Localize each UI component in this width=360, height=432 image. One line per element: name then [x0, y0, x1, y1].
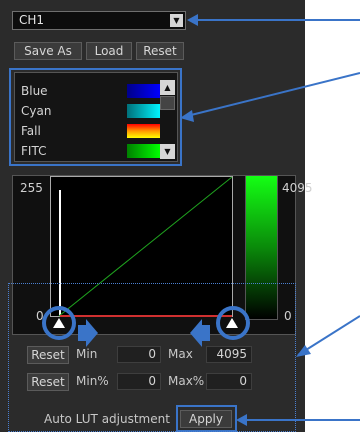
callout-arrowhead: [236, 414, 247, 426]
arrow-left-icon: [190, 319, 210, 347]
callout-arrowhead: [187, 14, 198, 26]
max-label: Max: [168, 347, 193, 361]
lut-curve-line: [58, 176, 233, 317]
highlight-lut-list: [9, 68, 182, 166]
highlight-min-handle: [42, 306, 76, 340]
highlight-max-handle: [216, 306, 250, 340]
min-percent-label: Min%: [76, 374, 109, 388]
max-percent-field[interactable]: 0: [206, 373, 252, 390]
minmax-reset-button[interactable]: Reset: [27, 346, 69, 364]
max-percent-label: Max%: [168, 374, 205, 388]
percent-reset-button[interactable]: Reset: [27, 373, 69, 391]
max-value-field[interactable]: 4095: [206, 346, 252, 363]
auto-lut-label: Auto LUT adjustment: [44, 412, 170, 426]
arrow-right-icon: [78, 319, 98, 347]
annotation-overlay: [53, 14, 360, 426]
min-value-field[interactable]: 0: [117, 346, 161, 363]
min-percent-field[interactable]: 0: [117, 373, 161, 390]
callout-arrowhead: [296, 345, 311, 357]
highlight-apply: [176, 405, 237, 432]
callout-line-list: [182, 72, 360, 118]
min-label: Min: [76, 347, 98, 361]
callout-arrowhead: [180, 110, 194, 122]
